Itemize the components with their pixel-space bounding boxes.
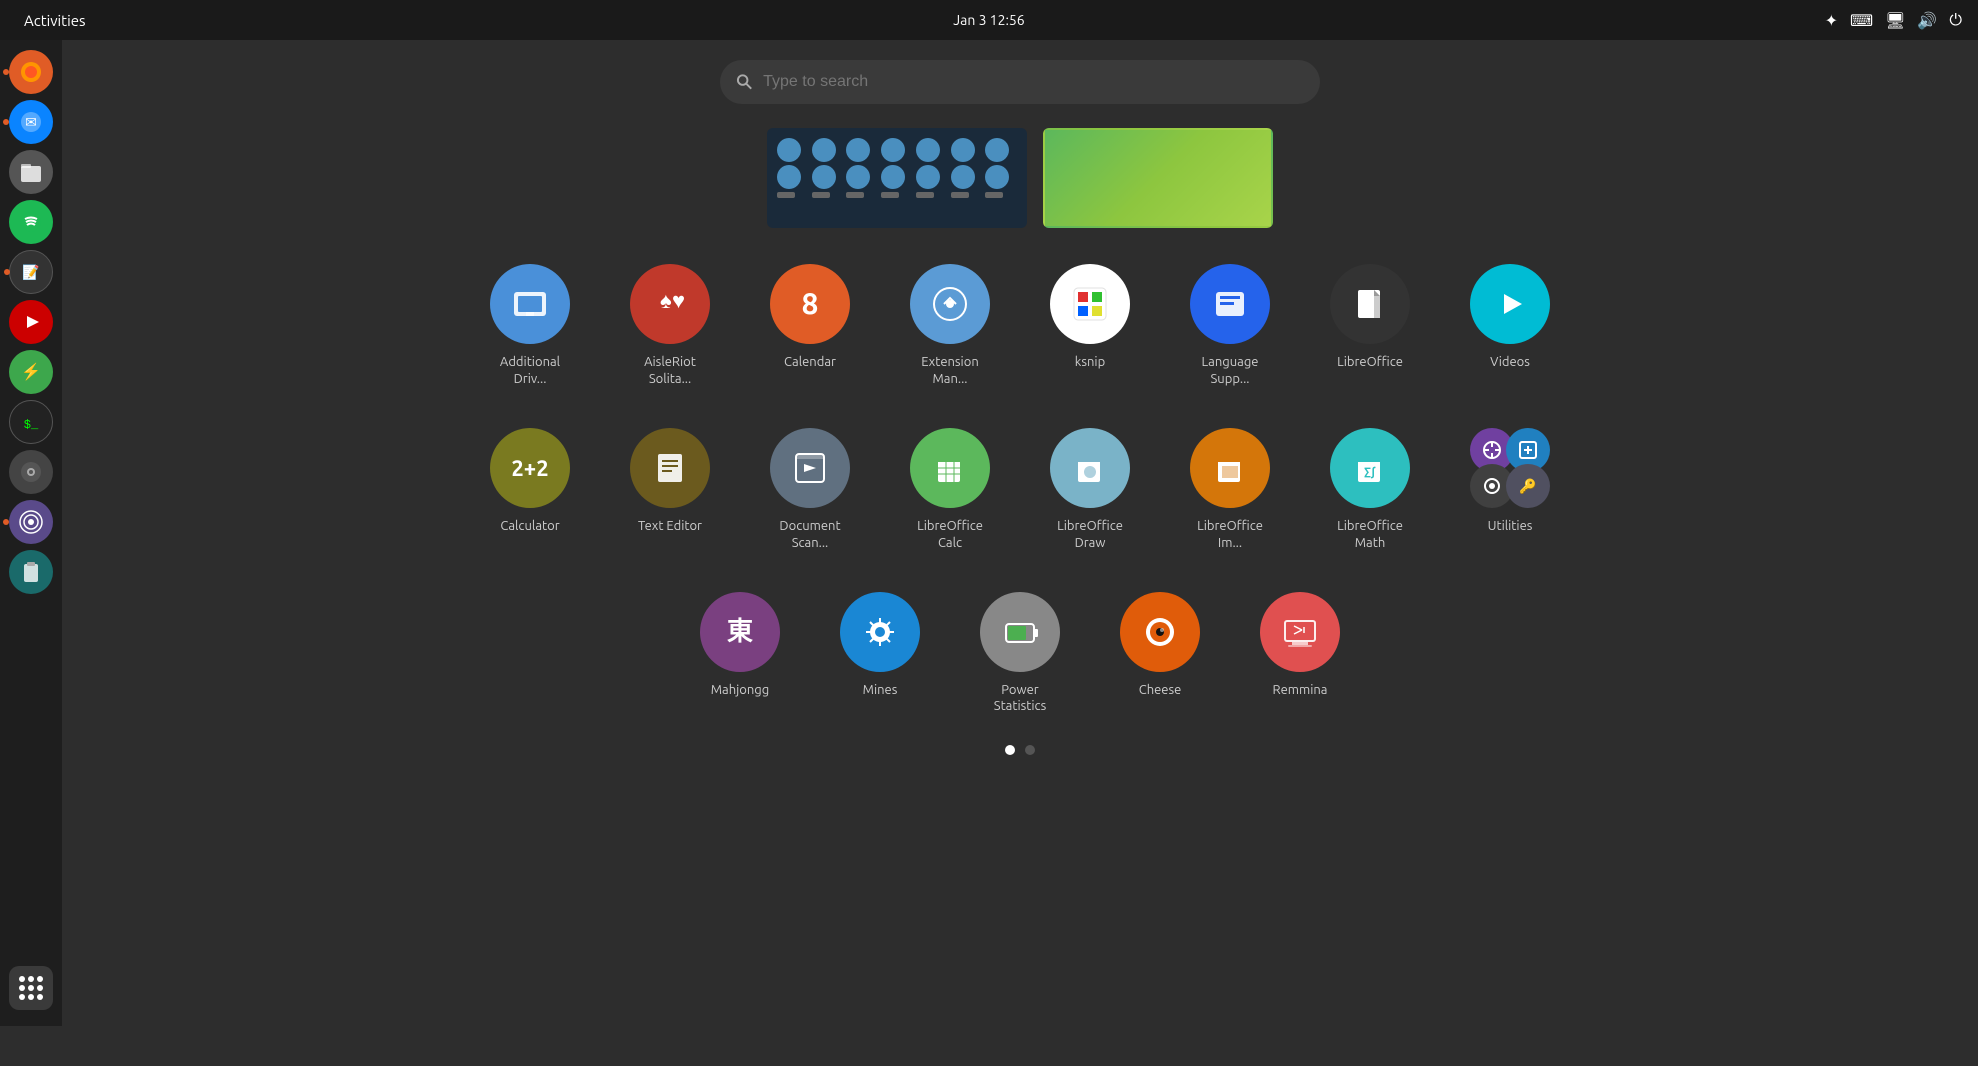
app-grid-button[interactable] <box>9 966 53 1010</box>
volume-icon[interactable]: 🔊 <box>1917 11 1937 30</box>
app-item-ksnip[interactable]: ksnip <box>1045 264 1135 371</box>
app-item-libreoffice-draw[interactable]: LibreOffice Draw <box>1045 428 1135 552</box>
app-item-libreoffice-impress[interactable]: LibreOffice Im... <box>1185 428 1275 552</box>
svg-text:8: 8 <box>802 286 819 320</box>
app-row-2: 2+2 Calculator Text Editor <box>485 428 1555 552</box>
clock: Jan 3 12:56 <box>953 12 1024 28</box>
svg-text:🔑: 🔑 <box>1519 477 1537 495</box>
app-label-libreoffice: LibreOffice <box>1337 354 1403 371</box>
sidebar-app-clipboard[interactable] <box>9 550 53 594</box>
app-label-libreoffice-impress: LibreOffice Im... <box>1185 518 1275 552</box>
sidebar-app-terminal[interactable]: $_ <box>9 400 53 444</box>
app-item-text-editor[interactable]: Text Editor <box>625 428 715 535</box>
power-icon[interactable]: ⏻ <box>1949 11 1962 30</box>
page-dot-2[interactable] <box>1025 745 1035 755</box>
keyboard-icon[interactable]: ⌨ <box>1850 11 1873 30</box>
svg-text:2+2: 2+2 <box>511 456 548 481</box>
app-item-libreoffice[interactable]: LibreOffice <box>1325 264 1415 371</box>
app-item-language-support[interactable]: Language Supp... <box>1185 264 1275 388</box>
app-label-calendar: Calendar <box>784 354 836 371</box>
app-item-aisleriot[interactable]: ♠ ♥ AisleRiot Solita... <box>625 264 715 388</box>
app-item-libreoffice-calc[interactable]: LibreOffice Calc <box>905 428 995 552</box>
search-input[interactable] <box>763 73 1304 91</box>
app-label-calculator: Calculator <box>500 518 559 535</box>
sidebar-app-notion[interactable]: 📝 <box>9 250 53 294</box>
app-row-3: 東 Mahjongg Mines <box>695 592 1345 716</box>
svg-text:♥: ♥ <box>672 288 685 313</box>
app-label-cheese: Cheese <box>1139 682 1182 699</box>
app-item-videos[interactable]: Videos <box>1465 264 1555 371</box>
app-label-ksnip: ksnip <box>1075 354 1105 371</box>
app-item-mines[interactable]: Mines <box>835 592 925 699</box>
extensions-icon[interactable]: ✦ <box>1825 11 1838 30</box>
svg-text:東: 東 <box>727 616 753 645</box>
app-label-aisleriot: AisleRiot Solita... <box>625 354 715 388</box>
app-item-document-scanner[interactable]: Document Scan... <box>765 428 855 552</box>
app-label-power-statistics: Power Statistics <box>975 682 1065 716</box>
main-content: Additional Driv... ♠ ♥ AisleRiot Solita.… <box>62 40 1978 1026</box>
app-item-remmina[interactable]: Remmina <box>1255 592 1345 699</box>
app-label-document-scanner: Document Scan... <box>765 518 855 552</box>
app-label-text-editor: Text Editor <box>638 518 702 535</box>
app-label-libreoffice-math: LibreOffice Math <box>1325 518 1415 552</box>
search-icon <box>736 73 753 91</box>
app-item-power-statistics[interactable]: Power Statistics <box>975 592 1065 716</box>
screen-icon[interactable]: 🖥 <box>1885 11 1905 30</box>
app-label-language-support: Language Supp... <box>1185 354 1275 388</box>
sidebar-app-files[interactable] <box>9 150 53 194</box>
preview-window-2[interactable] <box>1043 128 1273 228</box>
svg-text:✉: ✉ <box>25 114 37 130</box>
svg-text:∑∫: ∑∫ <box>1364 466 1375 479</box>
app-label-additional-drivers: Additional Driv... <box>485 354 575 388</box>
app-item-mahjongg[interactable]: 東 Mahjongg <box>695 592 785 699</box>
app-item-utilities[interactable]: 🔑 Utilities <box>1465 428 1555 535</box>
sidebar: ✉ 📝 ⚡ $_ <box>0 40 62 1026</box>
app-item-libreoffice-math[interactable]: ∑∫ LibreOffice Math <box>1325 428 1415 552</box>
app-label-remmina: Remmina <box>1273 682 1328 699</box>
topbar-right-icons: ✦ ⌨ 🖥 🔊 ⏻ <box>1825 11 1962 30</box>
svg-text:♠: ♠ <box>660 288 672 313</box>
page-dot-1[interactable] <box>1005 745 1015 755</box>
app-item-calculator[interactable]: 2+2 Calculator <box>485 428 575 535</box>
app-item-cheese[interactable]: Cheese <box>1115 592 1205 699</box>
app-row-1: Additional Driv... ♠ ♥ AisleRiot Solita.… <box>485 264 1555 388</box>
window-previews <box>767 128 1273 228</box>
app-label-libreoffice-draw: LibreOffice Draw <box>1045 518 1135 552</box>
svg-text:$_: $_ <box>24 418 39 432</box>
app-label-extension-manager: Extension Man... <box>905 354 995 388</box>
app-item-additional-drivers[interactable]: Additional Driv... <box>485 264 575 388</box>
activities-button[interactable]: Activities <box>16 8 94 33</box>
search-bar[interactable] <box>720 60 1320 104</box>
sidebar-app-mixer[interactable]: ⚡ <box>9 350 53 394</box>
app-label-utilities: Utilities <box>1488 518 1533 535</box>
app-item-calendar[interactable]: 8 Calendar <box>765 264 855 371</box>
app-label-mahjongg: Mahjongg <box>711 682 770 699</box>
app-label-mines: Mines <box>863 682 898 699</box>
topbar: Activities Jan 3 12:56 ✦ ⌨ 🖥 🔊 ⏻ <box>0 0 1978 40</box>
app-grid: Additional Driv... ♠ ♥ AisleRiot Solita.… <box>485 264 1555 715</box>
sidebar-app-network[interactable] <box>9 500 53 544</box>
page-dots <box>1005 745 1035 755</box>
sidebar-app-video[interactable] <box>9 300 53 344</box>
sidebar-app-spotify[interactable] <box>9 200 53 244</box>
app-item-extension-manager[interactable]: Extension Man... <box>905 264 995 388</box>
svg-text:📝: 📝 <box>22 264 39 281</box>
sidebar-app-settings[interactable] <box>9 450 53 494</box>
preview-window-1[interactable] <box>767 128 1027 228</box>
app-label-libreoffice-calc: LibreOffice Calc <box>905 518 995 552</box>
sidebar-app-firefox[interactable] <box>9 50 53 94</box>
sidebar-app-thunderbird[interactable]: ✉ <box>9 100 53 144</box>
app-label-videos: Videos <box>1490 354 1530 371</box>
svg-text:⚡: ⚡ <box>21 362 41 381</box>
